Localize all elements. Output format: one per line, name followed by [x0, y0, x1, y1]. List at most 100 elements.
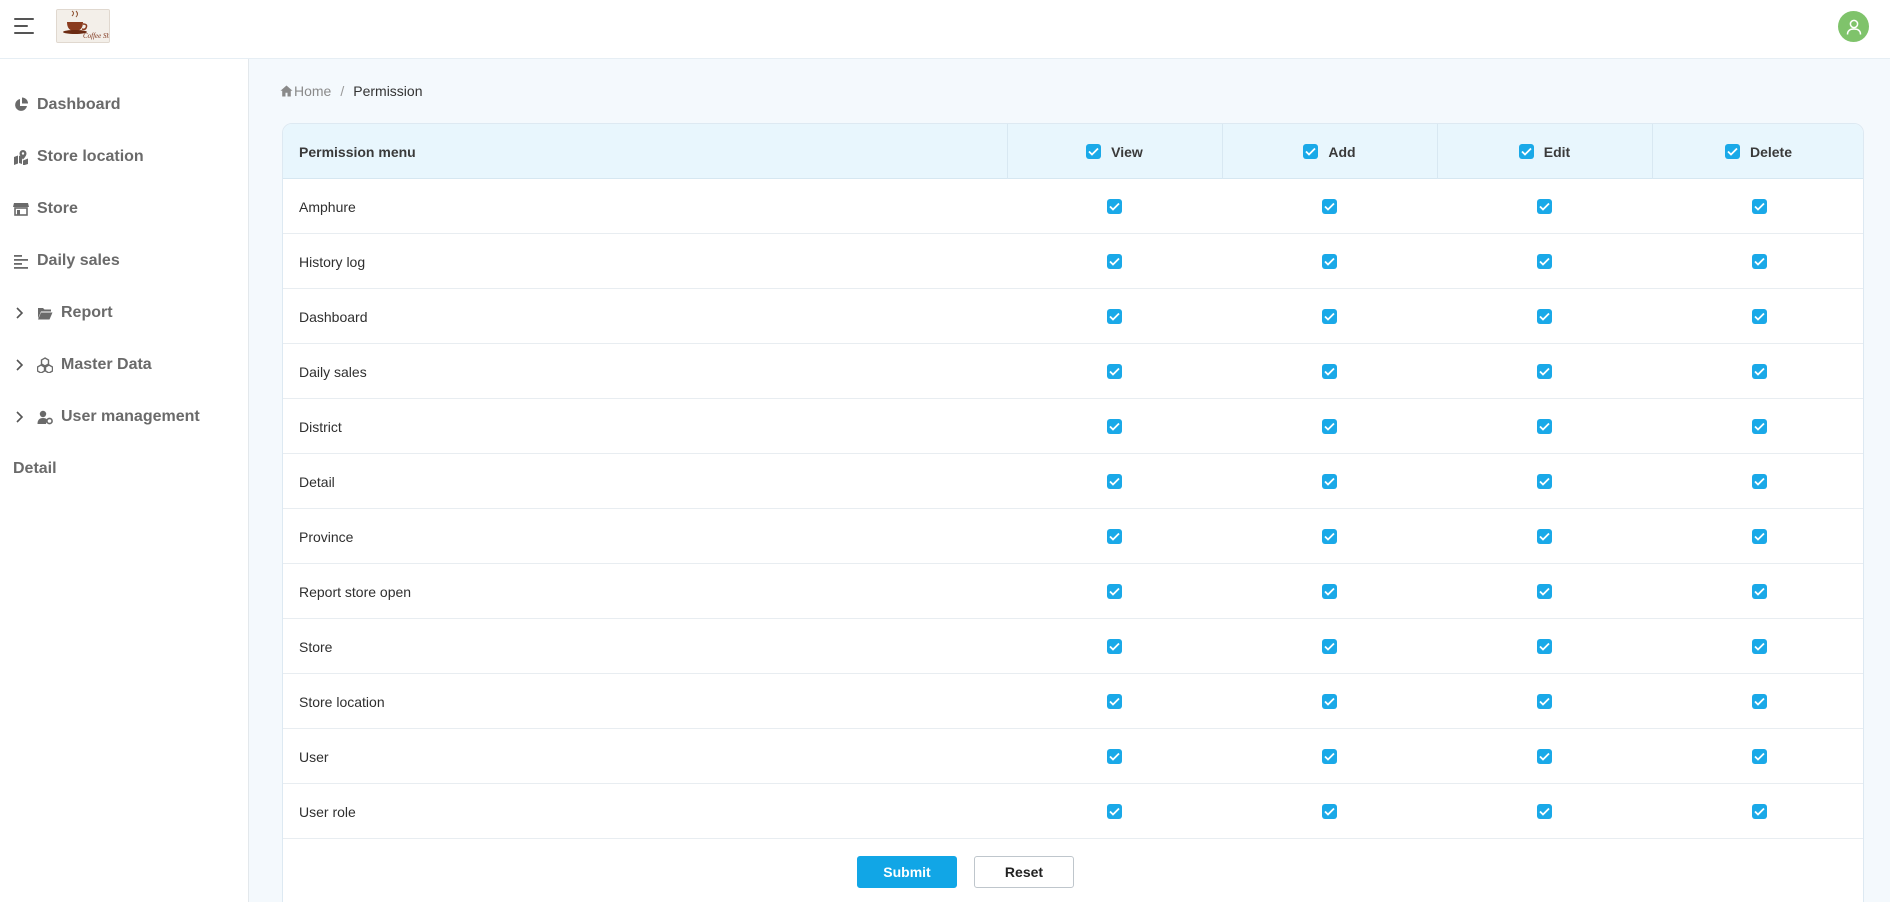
delete-checkbox[interactable]: [1751, 419, 1767, 434]
folder-open-icon: [38, 308, 53, 320]
add-checkbox[interactable]: [1321, 474, 1337, 489]
sidebar-item-report[interactable]: Report: [0, 293, 248, 333]
sidebar-item-user-management[interactable]: User management: [0, 397, 248, 437]
permission-menu-name: History log: [299, 253, 366, 270]
permission-cell-edit: [1524, 784, 1564, 839]
view-checkbox[interactable]: [1106, 749, 1122, 764]
sidebar-item-label: Store: [37, 200, 78, 217]
top-bar: Coffee Shop: [0, 0, 1890, 59]
delete-checkbox[interactable]: [1751, 639, 1767, 654]
main-content: Home / Permission Permission menu View A…: [249, 59, 1890, 902]
sidebar-item-daily-sales[interactable]: Daily sales: [0, 241, 248, 281]
check-icon: [1753, 642, 1765, 651]
check-icon: [1323, 642, 1335, 651]
sidebar-item-master-data[interactable]: Master Data: [0, 345, 248, 385]
delete-checkbox[interactable]: [1751, 529, 1767, 544]
view-checkbox[interactable]: [1106, 419, 1122, 434]
delete-checkbox[interactable]: [1751, 199, 1767, 214]
add-checkbox[interactable]: [1321, 529, 1337, 544]
permission-cell-delete: [1739, 619, 1779, 674]
check-icon: [1108, 587, 1120, 596]
permission-cell-view: [1094, 289, 1134, 344]
edit-checkbox[interactable]: [1536, 309, 1552, 324]
permission-cell-add: [1309, 289, 1349, 344]
add-checkbox[interactable]: [1321, 254, 1337, 269]
view-checkbox[interactable]: [1106, 584, 1122, 599]
view-checkbox[interactable]: [1106, 804, 1122, 819]
chevron-right-icon[interactable]: [13, 358, 27, 372]
delete-checkbox[interactable]: [1751, 749, 1767, 764]
chevron-right-icon[interactable]: [13, 306, 27, 320]
delete-checkbox[interactable]: [1751, 364, 1767, 379]
check-icon: [1323, 587, 1335, 596]
svg-text:Coffee Shop: Coffee Shop: [83, 32, 110, 40]
check-icon: [1538, 642, 1550, 651]
edit-checkbox[interactable]: [1536, 474, 1552, 489]
edit-checkbox[interactable]: [1536, 364, 1552, 379]
edit-checkbox[interactable]: [1536, 694, 1552, 709]
permission-cell-edit: [1524, 454, 1564, 509]
edit-checkbox[interactable]: [1536, 639, 1552, 654]
add-checkbox[interactable]: [1321, 364, 1337, 379]
submit-button[interactable]: Submit: [857, 856, 957, 888]
add-checkbox[interactable]: [1321, 749, 1337, 764]
permission-cell-edit: [1524, 564, 1564, 619]
delete-checkbox[interactable]: [1751, 584, 1767, 599]
coffee-shop-logo[interactable]: Coffee Shop: [56, 9, 110, 43]
delete-checkbox[interactable]: [1751, 804, 1767, 819]
permission-cell-delete: [1739, 454, 1779, 509]
view-checkbox[interactable]: [1106, 309, 1122, 324]
edit-checkbox[interactable]: [1536, 419, 1552, 434]
sidebar-item-store-location[interactable]: Store location: [0, 137, 248, 177]
sidebar-item-store[interactable]: Store: [0, 189, 248, 229]
delete-checkbox[interactable]: [1751, 254, 1767, 269]
breadcrumb-separator: /: [340, 83, 345, 99]
permission-cell-edit: [1524, 344, 1564, 399]
sidebar-item-label: Dashboard: [37, 96, 121, 113]
hamburger-icon[interactable]: [14, 16, 36, 36]
pie-chart-icon: [15, 97, 28, 111]
select-all-add-checkbox[interactable]: [1303, 144, 1319, 159]
view-checkbox[interactable]: [1106, 639, 1122, 654]
view-checkbox[interactable]: [1106, 529, 1122, 544]
edit-checkbox[interactable]: [1536, 254, 1552, 269]
chevron-right-icon[interactable]: [13, 410, 27, 424]
check-icon: [1108, 752, 1120, 761]
view-checkbox[interactable]: [1106, 254, 1122, 269]
table-header: Permission menu View Add Edit Delete: [283, 124, 1863, 179]
check-icon: [1538, 367, 1550, 376]
select-all-edit-checkbox[interactable]: [1518, 144, 1534, 159]
delete-checkbox[interactable]: [1751, 309, 1767, 324]
edit-checkbox[interactable]: [1536, 804, 1552, 819]
sidebar-item-label: Detail: [13, 460, 57, 477]
edit-checkbox[interactable]: [1536, 584, 1552, 599]
breadcrumb-home[interactable]: Home: [280, 83, 331, 99]
edit-checkbox[interactable]: [1536, 529, 1552, 544]
view-checkbox[interactable]: [1106, 474, 1122, 489]
delete-checkbox[interactable]: [1751, 474, 1767, 489]
delete-checkbox[interactable]: [1751, 694, 1767, 709]
permission-menu-name: Dashboard: [299, 308, 368, 325]
view-checkbox[interactable]: [1106, 364, 1122, 379]
permission-cell-view: [1094, 509, 1134, 564]
add-checkbox[interactable]: [1321, 199, 1337, 214]
select-all-view-checkbox[interactable]: [1086, 144, 1102, 159]
add-checkbox[interactable]: [1321, 639, 1337, 654]
add-checkbox[interactable]: [1321, 419, 1337, 434]
user-avatar[interactable]: [1838, 11, 1869, 42]
check-icon: [1323, 312, 1335, 321]
edit-checkbox[interactable]: [1536, 749, 1552, 764]
view-checkbox[interactable]: [1106, 199, 1122, 214]
check-icon: [1753, 422, 1765, 431]
sidebar-item-detail[interactable]: Detail: [0, 449, 248, 489]
reset-button[interactable]: Reset: [974, 856, 1074, 888]
edit-checkbox[interactable]: [1536, 199, 1552, 214]
add-checkbox[interactable]: [1321, 584, 1337, 599]
add-checkbox[interactable]: [1321, 309, 1337, 324]
add-checkbox[interactable]: [1321, 804, 1337, 819]
sidebar-item-dashboard[interactable]: Dashboard: [0, 85, 248, 125]
add-checkbox[interactable]: [1321, 694, 1337, 709]
select-all-delete-checkbox[interactable]: [1724, 144, 1740, 159]
view-checkbox[interactable]: [1106, 694, 1122, 709]
permission-menu-name: Report store open: [299, 583, 412, 600]
